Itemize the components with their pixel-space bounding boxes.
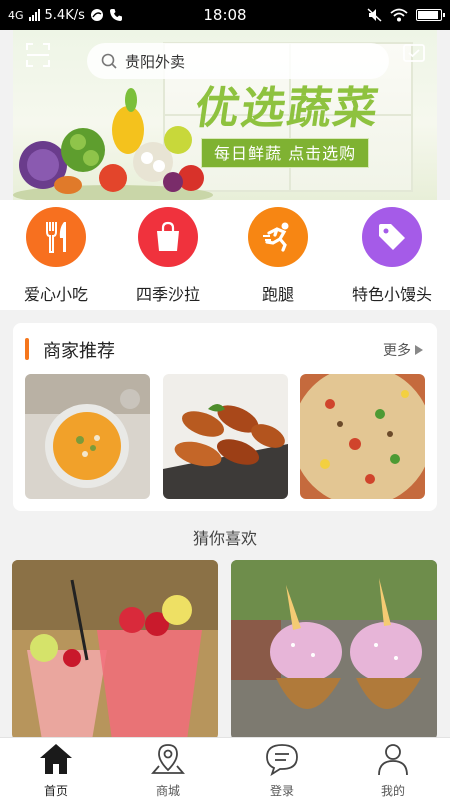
more-link[interactable]: 更多 bbox=[383, 340, 423, 360]
more-label: 更多 bbox=[383, 343, 411, 359]
tab-label: 登录 bbox=[269, 784, 294, 798]
tab-home[interactable]: 首页 bbox=[21, 742, 91, 799]
browser-icon bbox=[90, 9, 103, 21]
vegetables-illustration bbox=[13, 88, 213, 200]
triangle-right-icon bbox=[415, 345, 423, 355]
search-icon bbox=[101, 53, 117, 69]
category-label: 特色小馒头 bbox=[351, 285, 432, 304]
phone-icon bbox=[109, 9, 122, 21]
guess-you-like-title: 猜你喜欢 bbox=[192, 529, 257, 548]
user-icon bbox=[378, 744, 408, 776]
category-icon-bg bbox=[26, 207, 86, 267]
map-pin-icon bbox=[151, 744, 185, 774]
category-label: 爱心小吃 bbox=[23, 285, 88, 304]
category-snacks[interactable]: 爱心小吃 bbox=[0, 207, 112, 305]
signal-icon bbox=[28, 9, 40, 21]
category-label: 跑腿 bbox=[261, 285, 294, 304]
status-left: 4G 5.4K/s bbox=[8, 8, 123, 23]
search-bar[interactable] bbox=[87, 43, 389, 79]
fork-knife-icon bbox=[46, 222, 66, 253]
mute-icon bbox=[367, 8, 382, 22]
battery-icon bbox=[416, 9, 445, 21]
wifi-icon bbox=[390, 8, 408, 22]
network-type: 4G bbox=[8, 8, 24, 22]
banner-subtitle: 每日鲜蔬 点击选购 bbox=[201, 138, 370, 168]
merchant-image-wings[interactable] bbox=[163, 374, 288, 499]
network-speed: 5.4K/s bbox=[44, 7, 85, 23]
tag-icon bbox=[379, 224, 405, 250]
category-strip: 爱心小吃 四季沙拉 跑腿 特色小馒头 bbox=[0, 200, 450, 310]
merchant-recommend-card: 商家推荐 更多 bbox=[13, 323, 437, 511]
banner-title: 优选蔬菜 bbox=[191, 83, 383, 134]
tab-mall[interactable]: 商城 bbox=[133, 742, 203, 799]
shopping-bag-icon bbox=[157, 221, 179, 251]
search-input[interactable] bbox=[125, 52, 365, 70]
category-icon-bg bbox=[248, 207, 308, 267]
tab-mine[interactable]: 我的 bbox=[358, 742, 428, 799]
category-salad[interactable]: 四季沙拉 bbox=[112, 207, 224, 305]
tab-label: 商城 bbox=[155, 784, 180, 798]
merchant-image-rice[interactable] bbox=[300, 374, 425, 499]
category-icon-bg bbox=[138, 207, 198, 267]
tab-login[interactable]: 登录 bbox=[247, 742, 317, 799]
home-icon bbox=[40, 744, 72, 774]
message-icon[interactable] bbox=[402, 42, 426, 66]
feed-image-ice-cream[interactable] bbox=[231, 560, 437, 740]
scan-icon[interactable] bbox=[25, 42, 51, 68]
merchant-image-soup[interactable] bbox=[25, 374, 150, 499]
section-accent-bar bbox=[25, 338, 29, 360]
chat-bubble-icon bbox=[266, 744, 298, 777]
category-icon-bg bbox=[362, 207, 422, 267]
tab-label: 我的 bbox=[380, 784, 405, 798]
status-bar: 4G 5.4K/s 18:08 bbox=[0, 0, 450, 30]
category-label: 四季沙拉 bbox=[135, 285, 200, 304]
category-steamed-buns[interactable]: 特色小馒头 bbox=[336, 207, 448, 305]
section-title: 商家推荐 bbox=[43, 341, 115, 362]
category-errand[interactable]: 跑腿 bbox=[222, 207, 334, 305]
feed-image-drinks[interactable] bbox=[12, 560, 218, 740]
running-man-icon bbox=[263, 222, 289, 252]
tab-label: 首页 bbox=[43, 784, 68, 798]
bottom-tab-bar: 首页 商城 登录 我的 bbox=[0, 737, 450, 800]
status-right bbox=[367, 8, 445, 22]
